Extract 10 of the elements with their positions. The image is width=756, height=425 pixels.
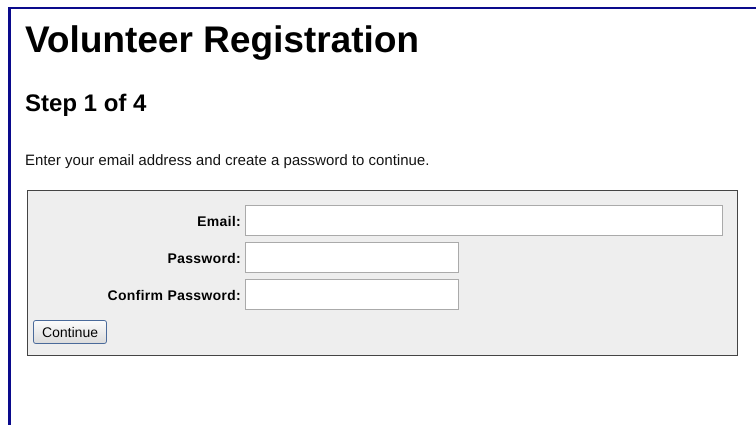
field-label: Email: — [196, 212, 241, 228]
field-label: Confirm Password: — [106, 286, 241, 302]
instructions-text: Enter your email address and create a password to continue. — [25, 152, 430, 170]
input-field[interactable] — [245, 279, 459, 310]
continue-button[interactable]: Continue — [33, 320, 108, 344]
input-field[interactable] — [245, 205, 723, 236]
field-label: Password: — [166, 250, 241, 266]
input-field[interactable] — [245, 242, 459, 273]
page-title: Volunteer Registration — [25, 18, 420, 62]
step-heading: Step 1 of 4 — [25, 89, 148, 119]
